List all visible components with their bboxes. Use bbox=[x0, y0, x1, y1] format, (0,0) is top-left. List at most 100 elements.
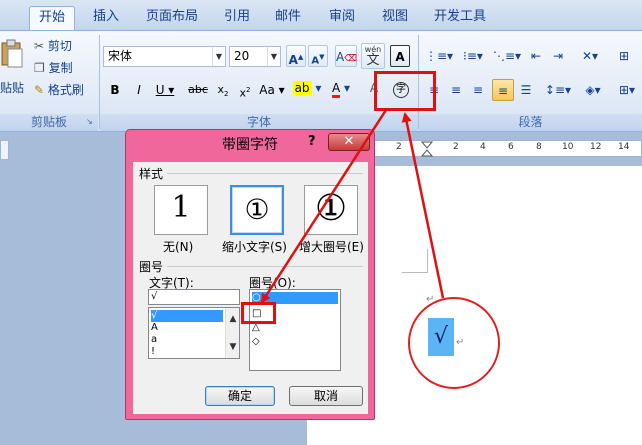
tab-selector[interactable] bbox=[0, 140, 9, 160]
format-painter-button[interactable]: ✎ 格式刷 bbox=[34, 79, 84, 101]
ruler-tick: 2 bbox=[453, 142, 459, 152]
cut-button[interactable]: ✂ 剪切 bbox=[34, 35, 72, 57]
format-painter-label: 格式刷 bbox=[47, 83, 84, 97]
bullets-icon[interactable]: ⋮≡▾ bbox=[424, 45, 454, 67]
style-shrink-label[interactable]: 缩小文字(S) bbox=[222, 238, 287, 255]
copy-button[interactable]: ❐ 复制 bbox=[34, 57, 73, 79]
change-case-button[interactable]: Aa ▾ bbox=[258, 79, 286, 101]
tab-view[interactable]: 视图 bbox=[373, 6, 417, 30]
font-size-combo[interactable]: 20 ▼ bbox=[229, 46, 281, 67]
paragraph-group-label: 段落 bbox=[419, 114, 642, 131]
selected-check-char[interactable]: √ bbox=[428, 318, 454, 356]
brush-icon: ✎ bbox=[34, 83, 45, 97]
highlighter-icon: ab bbox=[292, 81, 312, 95]
ruler-tick: 4 bbox=[480, 142, 486, 152]
ribbon-tab-bar: 开始 插入 页面布局 引用 邮件 审阅 视图 开发工具 bbox=[0, 0, 642, 30]
text-input-value: √ bbox=[151, 291, 158, 302]
ruler-tick: 8 bbox=[536, 142, 542, 152]
style-enlarge-char: ① bbox=[314, 188, 348, 229]
chevron-down-icon[interactable]: ▼ bbox=[212, 47, 225, 66]
list-item[interactable]: √ bbox=[151, 310, 223, 322]
italic-button[interactable]: I bbox=[130, 79, 148, 101]
multilevel-list-icon[interactable]: ⋱≡▾ bbox=[492, 45, 522, 67]
shading-icon[interactable]: ◈▾ bbox=[578, 79, 608, 101]
style-none-label[interactable]: 无(N) bbox=[163, 238, 193, 255]
highlight-button[interactable]: ab ▾ bbox=[292, 77, 322, 99]
font-color-icon: A bbox=[331, 81, 341, 98]
bold-button[interactable]: B bbox=[106, 79, 124, 101]
close-button[interactable]: ✕ bbox=[328, 133, 370, 151]
ok-button[interactable]: 确定 bbox=[205, 386, 275, 406]
ruler-tick: 12 bbox=[590, 142, 602, 152]
text-direction-icon[interactable]: ✕▾ bbox=[574, 45, 606, 67]
tab-developer[interactable]: 开发工具 bbox=[428, 6, 492, 30]
style-option-shrink-text[interactable]: ① bbox=[230, 185, 284, 235]
margin-corner-mark bbox=[402, 249, 428, 273]
style-enlarge-label[interactable]: 增大圈号(E) bbox=[299, 238, 364, 255]
ruler-tick: 14 bbox=[618, 142, 630, 152]
align-right-icon[interactable]: ≡ bbox=[468, 79, 488, 101]
font-name-combo[interactable]: 宋体 ▼ bbox=[103, 46, 226, 67]
grow-font-icon[interactable]: A▲ bbox=[286, 45, 306, 67]
subscript-button[interactable]: x2 bbox=[214, 79, 232, 101]
tab-page-layout[interactable]: 页面布局 bbox=[140, 6, 204, 30]
underline-button[interactable]: U ▾ bbox=[152, 79, 178, 101]
tab-references[interactable]: 引用 bbox=[215, 6, 259, 30]
font-color-button[interactable]: A ▾ bbox=[326, 77, 356, 99]
decrease-indent-icon[interactable]: ⇤ bbox=[526, 45, 546, 67]
divider bbox=[167, 266, 363, 267]
paste-button[interactable]: 贴贴 bbox=[0, 35, 26, 105]
char-border-icon[interactable]: A bbox=[390, 45, 410, 67]
list-item[interactable]: ◇ bbox=[252, 336, 260, 348]
phonetic-guide-button[interactable]: wén 文 bbox=[361, 43, 385, 69]
help-icon[interactable]: ? bbox=[308, 134, 316, 149]
zoom-callout-circle: √ ↵ bbox=[408, 297, 500, 389]
tab-home[interactable]: 开始 bbox=[29, 6, 75, 30]
ruler-tick: 6 bbox=[508, 142, 514, 152]
justify-icon[interactable]: ≡ bbox=[492, 79, 514, 101]
line-spacing-icon[interactable]: ↕≡▾ bbox=[542, 79, 574, 101]
scroll-up-icon[interactable]: ▲ bbox=[226, 312, 240, 326]
clipboard-icon bbox=[1, 39, 23, 68]
chevron-down-icon[interactable]: ▼ bbox=[267, 47, 280, 66]
paragraph-mark: ↵ bbox=[456, 337, 465, 348]
ruler-tick: 10 bbox=[562, 142, 574, 152]
tab-insert[interactable]: 插入 bbox=[84, 6, 128, 30]
style-section-label: 样式 bbox=[139, 167, 164, 181]
sort-icon[interactable]: ⊞ bbox=[612, 45, 636, 67]
cancel-button[interactable]: 取消 bbox=[289, 386, 363, 406]
list-item[interactable]: ! bbox=[151, 346, 155, 358]
tab-review[interactable]: 审阅 bbox=[320, 6, 364, 30]
scrollbar[interactable]: ▲ ▼ bbox=[225, 308, 239, 358]
paste-label: 贴贴 bbox=[0, 81, 25, 95]
text-input[interactable]: √ bbox=[148, 289, 240, 305]
scroll-down-icon[interactable]: ▼ bbox=[226, 340, 240, 354]
copy-label: 复制 bbox=[48, 61, 73, 75]
ruler-tick: 2 bbox=[396, 142, 402, 152]
style-shrink-char: ① bbox=[244, 193, 270, 226]
ribbon: 贴贴 ✂ 剪切 ❐ 复制 ✎ 格式刷 剪贴板 ↘ 宋体 ▼ 20 ▼ A▲ A▼… bbox=[0, 30, 642, 132]
style-option-enlarge-symbol[interactable]: ① bbox=[304, 185, 358, 235]
highlight-box-square-option bbox=[241, 302, 276, 324]
align-center-icon[interactable]: ≡ bbox=[446, 79, 466, 101]
shrink-font-icon[interactable]: A▼ bbox=[308, 45, 328, 67]
distributed-icon[interactable]: ☰ bbox=[516, 79, 536, 101]
superscript-button[interactable]: x2 bbox=[236, 79, 254, 101]
increase-indent-icon[interactable]: ⇥ bbox=[548, 45, 568, 67]
indent-marker-icon[interactable] bbox=[421, 141, 433, 157]
highlight-box-enclose-button bbox=[374, 71, 436, 111]
divider bbox=[167, 173, 363, 174]
style-option-none[interactable]: 1 bbox=[154, 185, 208, 235]
text-list[interactable]: √ A a ! ▲ ▼ bbox=[148, 307, 240, 359]
phonetic-char: 文 bbox=[366, 53, 380, 68]
copy-icon: ❐ bbox=[34, 61, 45, 75]
borders-icon[interactable]: ⊞▾ bbox=[612, 79, 642, 101]
list-item[interactable]: A bbox=[151, 322, 158, 334]
strikethrough-button[interactable]: abc bbox=[186, 79, 210, 101]
tab-mailings[interactable]: 邮件 bbox=[266, 6, 310, 30]
dialog-launcher-icon[interactable]: ↘ bbox=[86, 117, 93, 126]
clear-format-icon[interactable]: A⌫ bbox=[335, 45, 357, 67]
font-size-value: 20 bbox=[234, 49, 250, 63]
list-item[interactable]: a bbox=[151, 334, 157, 346]
numbering-icon[interactable]: ⁝≡▾ bbox=[458, 45, 488, 67]
